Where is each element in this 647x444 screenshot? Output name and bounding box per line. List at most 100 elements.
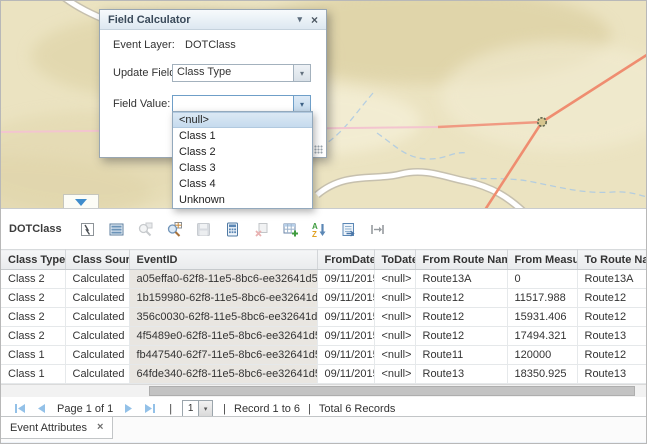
total-records-label: Total 6 Records — [319, 403, 395, 415]
table-cell: <null> — [374, 308, 415, 327]
table-row[interactable]: Class 2Calculated1b159980-62f8-11e5-8bc6… — [1, 289, 647, 308]
table-row[interactable]: Class 1Calculatedfb447540-62f7-11e5-8bc6… — [1, 346, 647, 365]
tab-event-attributes[interactable]: Event Attributes × — [1, 417, 113, 439]
table-cell: Class 2 — [1, 308, 65, 327]
column-header[interactable]: From Route Name — [415, 250, 507, 270]
svg-text:Z: Z — [312, 230, 317, 238]
table-cell: 09/11/2015 — [317, 270, 374, 289]
next-page-button[interactable] — [124, 403, 134, 414]
dropdown-option[interactable]: <null> — [173, 112, 312, 128]
page-number-select[interactable]: 1 ▾ — [182, 400, 213, 417]
table-cell: 17494.321 — [507, 327, 577, 346]
attribute-table-header-row: Class TypeClass SourceEventIDFromDateToD… — [1, 250, 647, 270]
field-calculator-dialog: Field Calculator ▾ × Event Layer: DOTCla… — [99, 9, 327, 158]
record-range-label: Record 1 to 6 — [234, 403, 300, 415]
table-row[interactable]: Class 2Calculateda05effa0-62f8-11e5-8bc6… — [1, 270, 647, 289]
dialog-title: Field Calculator — [108, 14, 191, 26]
select-features-icon[interactable] — [76, 218, 99, 241]
table-cell: Route13 — [415, 365, 507, 384]
dialog-title-bar[interactable]: Field Calculator ▾ × — [100, 10, 326, 30]
update-field-combobox[interactable]: Class Type ▾ — [172, 64, 311, 82]
table-cell: 4f5489e0-62f8-11e5-8bc6-ee32641d5ec9 — [129, 327, 317, 346]
last-page-button[interactable] — [144, 403, 156, 414]
add-records-icon[interactable] — [279, 218, 302, 241]
table-cell: Route12 — [577, 308, 647, 327]
save-results-icon[interactable] — [192, 218, 215, 241]
event-attributes-panel: DOTClass — [1, 208, 647, 444]
column-header[interactable]: To Route Name — [577, 250, 647, 270]
attribute-toolbar: DOTClass — [1, 209, 647, 249]
table-cell: Route12 — [415, 308, 507, 327]
field-value-dropdown-list: <null>Class 1Class 2Class 3Class 4Unknow… — [172, 111, 313, 209]
attribute-set-icon[interactable] — [337, 218, 360, 241]
table-cell: 09/11/2015 — [317, 308, 374, 327]
first-page-button[interactable] — [14, 403, 26, 414]
chevron-down-icon[interactable]: ▾ — [198, 401, 212, 416]
table-cell: 15931.406 — [507, 308, 577, 327]
column-header[interactable]: From Measure — [507, 250, 577, 270]
dropdown-option[interactable]: Class 3 — [173, 160, 312, 176]
table-cell: Calculated — [65, 346, 129, 365]
chevron-down-icon — [75, 199, 87, 206]
table-cell: Calculated — [65, 365, 129, 384]
delete-selected-icon[interactable] — [250, 218, 273, 241]
tab-close-icon[interactable]: × — [97, 422, 103, 433]
table-cell: Class 2 — [1, 270, 65, 289]
separator: | — [223, 403, 226, 415]
dropdown-option[interactable]: Unknown — [173, 192, 312, 208]
table-cell: 09/11/2015 — [317, 289, 374, 308]
table-row[interactable]: Class 2Calculated356c0030-62f8-11e5-8bc6… — [1, 308, 647, 327]
table-cell: Route12 — [415, 327, 507, 346]
table-cell: Route12 — [577, 346, 647, 365]
chevron-down-icon[interactable]: ▾ — [293, 65, 310, 81]
chevron-down-icon[interactable]: ▾ — [293, 96, 310, 112]
table-cell: 120000 — [507, 346, 577, 365]
horizontal-scrollbar[interactable] — [1, 384, 647, 397]
column-header[interactable]: Class Source — [65, 250, 129, 270]
collapse-panel-tab[interactable] — [63, 194, 99, 209]
layer-name-label: DOTClass — [9, 223, 62, 235]
dropdown-option[interactable]: Class 2 — [173, 144, 312, 160]
resize-grip[interactable] — [314, 145, 323, 154]
table-cell: Class 1 — [1, 365, 65, 384]
fit-columns-icon[interactable] — [366, 218, 389, 241]
dropdown-option[interactable]: Class 1 — [173, 128, 312, 144]
column-header[interactable]: Class Type — [1, 250, 65, 270]
update-field-value: Class Type — [173, 65, 293, 81]
table-cell: 09/11/2015 — [317, 365, 374, 384]
zoom-to-features-icon[interactable] — [163, 218, 186, 241]
table-cell: Class 2 — [1, 327, 65, 346]
sort-records-icon[interactable]: AZ — [308, 218, 331, 241]
dialog-close-icon[interactable]: × — [311, 14, 318, 26]
page-count-label: Page 1 of 1 — [57, 403, 113, 415]
table-options-icon[interactable] — [105, 218, 128, 241]
table-cell: 09/11/2015 — [317, 346, 374, 365]
table-cell: Calculated — [65, 327, 129, 346]
table-cell: 356c0030-62f8-11e5-8bc6-ee32641d5ec9 — [129, 308, 317, 327]
previous-page-button[interactable] — [36, 403, 46, 414]
field-calculator-icon[interactable] — [221, 218, 244, 241]
table-cell: Route13A — [415, 270, 507, 289]
zoom-to-selected-icon[interactable] — [134, 218, 157, 241]
table-cell: Route13 — [577, 327, 647, 346]
tab-label: Event Attributes — [10, 422, 87, 434]
table-row[interactable]: Class 2Calculated4f5489e0-62f8-11e5-8bc6… — [1, 327, 647, 346]
column-header[interactable]: FromDate — [317, 250, 374, 270]
table-cell: 1b159980-62f8-11e5-8bc6-ee32641d5ec9 — [129, 289, 317, 308]
column-header[interactable]: EventID — [129, 250, 317, 270]
table-row[interactable]: Class 1Calculated64fde340-62f8-11e5-8bc6… — [1, 365, 647, 384]
column-header[interactable]: ToDate — [374, 250, 415, 270]
table-cell: a05effa0-62f8-11e5-8bc6-ee32641d5ec9 — [129, 270, 317, 289]
table-cell: Route13 — [577, 365, 647, 384]
table-cell: 09/11/2015 — [317, 327, 374, 346]
attribute-table-body: Class 2Calculateda05effa0-62f8-11e5-8bc6… — [1, 270, 647, 384]
event-layer-label: Event Layer: — [113, 39, 175, 51]
event-point-marker[interactable] — [538, 118, 546, 126]
field-value-label: Field Value: — [113, 98, 170, 110]
scrollbar-thumb[interactable] — [149, 386, 635, 396]
page-number-value: 1 — [183, 401, 198, 416]
table-cell: fb447540-62f7-11e5-8bc6-ee32641d5ec9 — [129, 346, 317, 365]
dialog-minimize-icon[interactable]: ▾ — [297, 15, 302, 24]
dropdown-option[interactable]: Class 4 — [173, 176, 312, 192]
table-cell: <null> — [374, 270, 415, 289]
